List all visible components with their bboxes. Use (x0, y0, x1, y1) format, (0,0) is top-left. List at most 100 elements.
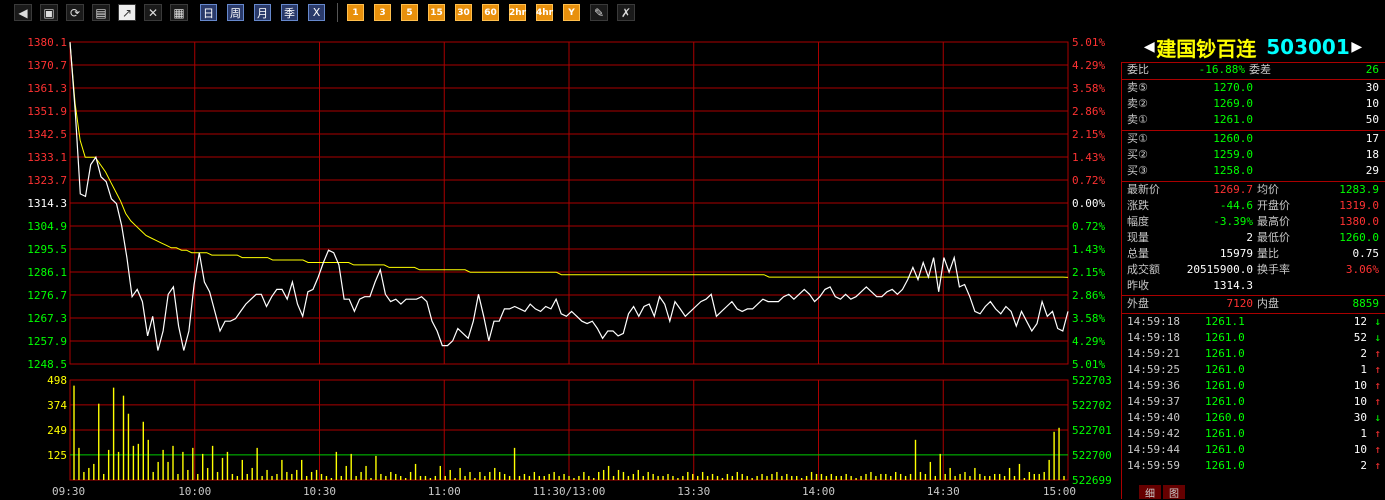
time-label: 10:00 (178, 485, 211, 498)
tab-chart[interactable]: 图 (1163, 485, 1185, 500)
tick-time: 14:59:36 (1127, 379, 1180, 392)
tick-time: 14:59:42 (1127, 427, 1180, 440)
sell-row: 卖② 1269.0 10 (1121, 96, 1385, 112)
tick-time: 14:59:25 (1127, 363, 1180, 376)
arrow-up-icon: ↑ (1374, 395, 1381, 408)
percent-tick-label: 2.86% (1072, 105, 1105, 118)
stat-row: 总量 15979 量比 0.75 (1121, 246, 1385, 262)
stat-value: 1380.0 (1339, 215, 1379, 228)
prev-stock-icon[interactable]: ◀ (1142, 39, 1156, 55)
stat-row: 现量 2 最低价 1260.0 (1121, 230, 1385, 246)
buy-volume: 18 (1365, 148, 1379, 161)
stat-label: 现量 (1127, 231, 1149, 244)
tick-price: 1260.0 (1205, 411, 1245, 424)
outer-label: 外盘 (1127, 297, 1149, 310)
time-label: 10:30 (303, 485, 336, 498)
arrow-up-icon: ↑ (1374, 443, 1381, 456)
tick-row: 14:59:42 1261.0 1 ↑ (1121, 426, 1385, 442)
arrow-up-icon: ↑ (1374, 427, 1381, 440)
tick-price: 1261.0 (1205, 427, 1245, 440)
buy-row: 买① 1260.0 17 (1121, 131, 1385, 147)
tab-detail[interactable]: 细 (1139, 485, 1161, 500)
price-tick-label: 1361.3 (27, 82, 67, 95)
stat-value: -44.6 (1219, 199, 1253, 212)
stat-label: 量比 (1257, 247, 1279, 260)
inner-value: 8859 (1352, 297, 1380, 310)
stat-value: 15979 (1219, 247, 1253, 260)
tick-row: 14:59:18 1261.1 12 ↓ (1121, 314, 1385, 330)
tick-volume: 10 (1353, 395, 1367, 408)
price-tick-label: 1370.7 (27, 59, 67, 72)
stat-row: 涨跌 -44.6 开盘价 1319.0 (1121, 198, 1385, 214)
price-tick-label: 1351.9 (27, 105, 67, 118)
time-label: 09:30 (52, 485, 85, 498)
prev-close-label: 昨收 (1127, 279, 1149, 292)
tick-time: 14:59:21 (1127, 347, 1180, 360)
tick-row: 14:59:37 1261.0 10 ↑ (1121, 394, 1385, 410)
intraday-chart[interactable]: 1380.1 5.01% 1370.7 4.29% 1361.3 3.58% 1351.9 2… (0, 0, 1121, 499)
percent-tick-label: 3.58% (1072, 82, 1105, 95)
tick-volume: 1 (1360, 427, 1367, 440)
tick-price: 1261.0 (1205, 443, 1245, 456)
stat-row: 成交额 20515900.0 换手率 3.06% (1121, 262, 1385, 278)
tick-row: 14:59:21 1261.0 2 ↑ (1121, 346, 1385, 362)
stat-label: 幅度 (1127, 215, 1149, 228)
tick-row: 14:59:18 1261.0 52 ↓ (1121, 330, 1385, 346)
percent-tick-label: 4.29% (1072, 335, 1105, 348)
stat-label: 均价 (1257, 183, 1279, 196)
percent-tick-label: 5.01% (1072, 358, 1105, 371)
price-tick-label: 1333.1 (27, 151, 67, 164)
sell-row: 卖⑤ 1270.0 30 (1121, 80, 1385, 96)
stat-value: 3.06% (1345, 263, 1379, 276)
sell-price: 1269.0 (1213, 97, 1253, 110)
price-tick-label: 1286.1 (27, 266, 67, 279)
price-tick-label: 1257.9 (27, 335, 67, 348)
price-tick-label: 1248.5 (27, 358, 67, 371)
inner-label: 内盘 (1257, 297, 1279, 310)
arrow-up-icon: ↑ (1374, 459, 1381, 472)
volume-tick-label: 374 (47, 399, 67, 412)
stat-row: 最新价 1269.7 均价 1283.9 (1121, 182, 1385, 198)
tick-volume: 10 (1353, 379, 1367, 392)
tick-row: 14:59:59 1261.0 2 ↑ (1121, 458, 1385, 474)
volume-right-tick-label: 522703 (1072, 374, 1112, 387)
stat-label: 总量 (1127, 247, 1149, 260)
percent-tick-label: 4.29% (1072, 59, 1105, 72)
stat-value: 1260.0 (1339, 231, 1379, 244)
next-stock-icon[interactable]: ▶ (1350, 39, 1364, 55)
sell-volume: 10 (1365, 97, 1379, 110)
price-tick-label: 1380.1 (27, 36, 67, 49)
prev-close-value: 1314.3 (1213, 279, 1253, 292)
stat-label: 最高价 (1257, 215, 1290, 228)
tick-time: 14:59:44 (1127, 443, 1180, 456)
tick-time: 14:59:37 (1127, 395, 1180, 408)
stat-value: 1319.0 (1339, 199, 1379, 212)
tick-row: 14:59:40 1260.0 30 ↓ (1121, 410, 1385, 426)
arrow-down-icon: ↓ (1374, 315, 1381, 328)
stat-label: 最低价 (1257, 231, 1290, 244)
sell-level-label: 卖① (1127, 113, 1148, 126)
stat-label: 最新价 (1127, 183, 1160, 196)
tick-time: 14:59:18 (1127, 331, 1180, 344)
sell-volume: 50 (1365, 113, 1379, 126)
tick-volume: 1 (1360, 363, 1367, 376)
sell-level-label: 卖② (1127, 97, 1148, 110)
tick-price: 1261.0 (1205, 379, 1245, 392)
stat-label: 换手率 (1257, 263, 1290, 276)
stat-value: 1269.7 (1213, 183, 1253, 196)
price-tick-label: 1295.5 (27, 243, 67, 256)
price-tick-label: 1304.9 (27, 220, 67, 233)
tick-price: 1261.0 (1205, 347, 1245, 360)
buy-level-label: 买② (1127, 148, 1148, 161)
tick-volume: 2 (1360, 347, 1367, 360)
sell-price: 1270.0 (1213, 81, 1253, 94)
volume-tick-label: 498 (47, 374, 67, 387)
tick-price: 1261.0 (1205, 395, 1245, 408)
price-tick-label: 1342.5 (27, 128, 67, 141)
percent-tick-label: 2.86% (1072, 289, 1105, 302)
quote-panel: ◀ 建国钞百连 503001 ▶ 委比 -16.88% 委差 26 卖⑤ 1270.0 30… (1121, 26, 1385, 500)
wei-bi-value: -16.88% (1198, 63, 1245, 76)
arrow-down-icon: ↓ (1374, 411, 1381, 424)
percent-tick-label: 1.43% (1072, 243, 1105, 256)
percent-tick-label: 0.72% (1072, 220, 1105, 233)
